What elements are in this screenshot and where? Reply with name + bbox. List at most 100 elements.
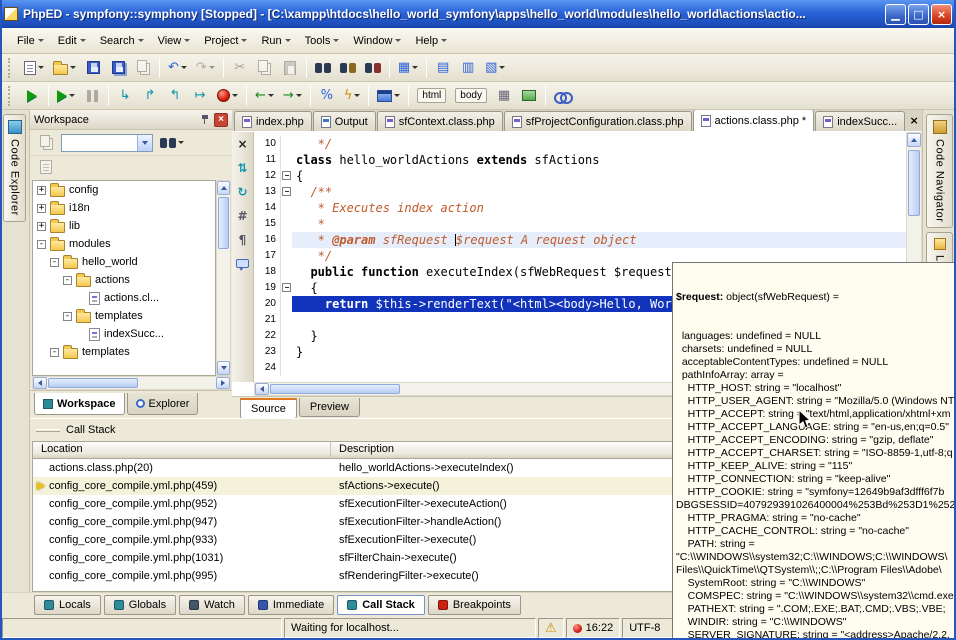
line-number[interactable]: 16 [254, 232, 280, 248]
fold-toggle[interactable] [282, 283, 291, 292]
menu-item-view[interactable]: View [151, 31, 198, 51]
tree-toggle[interactable]: - [63, 312, 72, 321]
line-number[interactable]: 17 [254, 248, 280, 264]
combo-dropdown-button[interactable] [137, 135, 152, 151]
split-horizontal-button[interactable]: ▤ [431, 57, 455, 79]
menu-item-project[interactable]: Project [197, 31, 254, 51]
tree-item-templates[interactable]: -templates [33, 343, 215, 361]
tree-toggle[interactable]: + [37, 222, 46, 231]
column-location[interactable]: Location [33, 442, 331, 459]
editor-tab[interactable]: indexSucc... [815, 111, 905, 131]
editor-tab[interactable]: Output [313, 111, 376, 131]
code-explorer-tab[interactable]: Code Explorer [3, 114, 26, 222]
tree-toggle[interactable]: - [50, 348, 59, 357]
html-tag-button[interactable]: html [413, 85, 450, 107]
close-tab-button[interactable]: × [906, 113, 922, 129]
tree-item-i18n[interactable]: +i18n [33, 199, 215, 217]
stop-button[interactable] [213, 85, 242, 107]
tree-toggle[interactable]: + [37, 186, 46, 195]
tree-item-lib[interactable]: +lib [33, 217, 215, 235]
view-grid-button[interactable]: ▦ [394, 57, 422, 79]
code-line[interactable]: 15 * [254, 216, 906, 232]
tab-immediate[interactable]: Immediate [248, 595, 334, 615]
menu-item-run[interactable]: Run [254, 31, 297, 51]
tab-breakpoints[interactable]: Breakpoints [428, 595, 521, 615]
tree-item-templates[interactable]: -templates [33, 307, 215, 325]
open-file-button[interactable] [49, 57, 80, 79]
scroll-up-button[interactable] [907, 133, 921, 147]
close-button[interactable]: × [931, 4, 952, 25]
step-into-button[interactable]: ↳ [113, 85, 137, 107]
body-tag-button[interactable]: body [451, 85, 491, 107]
tree-toggle[interactable]: - [50, 258, 59, 267]
code-navigator-tab[interactable]: Code Navigator [926, 114, 953, 228]
save-button[interactable] [81, 57, 105, 79]
tab-locals[interactable]: Locals [34, 595, 101, 615]
pilcrow-button[interactable]: ¶ [234, 231, 252, 248]
tab-globals[interactable]: Globals [104, 595, 176, 615]
line-number[interactable]: 11 [254, 152, 280, 168]
tree-item-indexSucc-[interactable]: indexSucc... [33, 325, 215, 343]
tab-watch[interactable]: Watch [179, 595, 245, 615]
tree-toggle[interactable]: - [37, 240, 46, 249]
minimize-button[interactable]: ▁ [885, 4, 906, 25]
tree-toggle[interactable]: - [63, 276, 72, 285]
pin-icon[interactable] [200, 114, 210, 126]
line-number[interactable]: 23 [254, 344, 280, 360]
scroll-left-button[interactable] [33, 377, 47, 389]
tab-source[interactable]: Source [240, 398, 297, 419]
navigate-forward-button[interactable]: → [279, 85, 306, 107]
browser-preview-button[interactable] [373, 85, 404, 107]
editor-tab[interactable]: sfProjectConfiguration.class.php [504, 111, 692, 131]
line-number[interactable]: 19 [254, 280, 280, 296]
menu-item-window[interactable]: Window [346, 31, 408, 51]
code-line[interactable]: 14 * Executes index action [254, 200, 906, 216]
tab-preview[interactable]: Preview [299, 398, 360, 417]
code-line[interactable]: 11class hello_worldActions extends sfAct… [254, 152, 906, 168]
code-line[interactable]: 12{ [254, 168, 906, 184]
run-debugger-button[interactable] [53, 85, 79, 107]
tree-item-modules[interactable]: -modules [33, 235, 215, 253]
close-button[interactable]: × [234, 135, 252, 152]
tab-call-stack[interactable]: Call Stack [337, 595, 425, 615]
tree-item-actions-cl-[interactable]: actions.cl... [33, 289, 215, 307]
fold-toggle[interactable] [282, 171, 291, 180]
run-button[interactable] [20, 85, 44, 107]
menu-item-file[interactable]: File [10, 31, 51, 51]
split-vertical-button[interactable]: ▥ [456, 57, 480, 79]
hash-button[interactable]: # [234, 207, 252, 224]
scroll-left-button[interactable] [255, 383, 269, 395]
undo-button[interactable]: ↶ [164, 57, 191, 79]
find-button[interactable] [311, 57, 335, 79]
menu-item-edit[interactable]: Edit [51, 31, 93, 51]
editor-tab[interactable]: actions.class.php * [693, 110, 815, 131]
line-number[interactable]: 14 [254, 200, 280, 216]
find-in-files-button[interactable] [336, 57, 360, 79]
step-over-button[interactable]: ↱ [138, 85, 162, 107]
menu-item-help[interactable]: Help [408, 31, 454, 51]
tree-vertical-scrollbar[interactable] [216, 180, 231, 376]
code-line[interactable]: 16 * @param sfRequest $request A request… [254, 232, 906, 248]
editor-tab[interactable]: sfContext.class.php [377, 111, 503, 131]
line-number[interactable]: 15 [254, 216, 280, 232]
menu-item-search[interactable]: Search [93, 31, 151, 51]
comment-bubble-button[interactable] [234, 255, 252, 272]
editor-tab[interactable]: index.php [234, 111, 312, 131]
replace-button[interactable] [361, 57, 385, 79]
line-number[interactable]: 13 [254, 184, 280, 200]
scroll-down-button[interactable] [217, 361, 230, 375]
line-number[interactable]: 20 [254, 296, 280, 312]
line-number[interactable]: 10 [254, 136, 280, 152]
line-number[interactable]: 21 [254, 312, 280, 328]
code-line[interactable]: 13 /** [254, 184, 906, 200]
line-number[interactable]: 18 [254, 264, 280, 280]
refresh-button[interactable]: ↻ [234, 183, 252, 200]
scroll-thumb[interactable] [908, 150, 920, 216]
tab-workspace[interactable]: Workspace [34, 393, 125, 415]
insert-table-button[interactable]: ▦ [492, 85, 516, 107]
line-number[interactable]: 24 [254, 360, 280, 376]
workspace-find-button[interactable] [156, 132, 188, 154]
code-line[interactable]: 10 */ [254, 136, 906, 152]
menu-item-tools[interactable]: Tools [298, 31, 347, 51]
scroll-right-button[interactable] [216, 377, 230, 389]
